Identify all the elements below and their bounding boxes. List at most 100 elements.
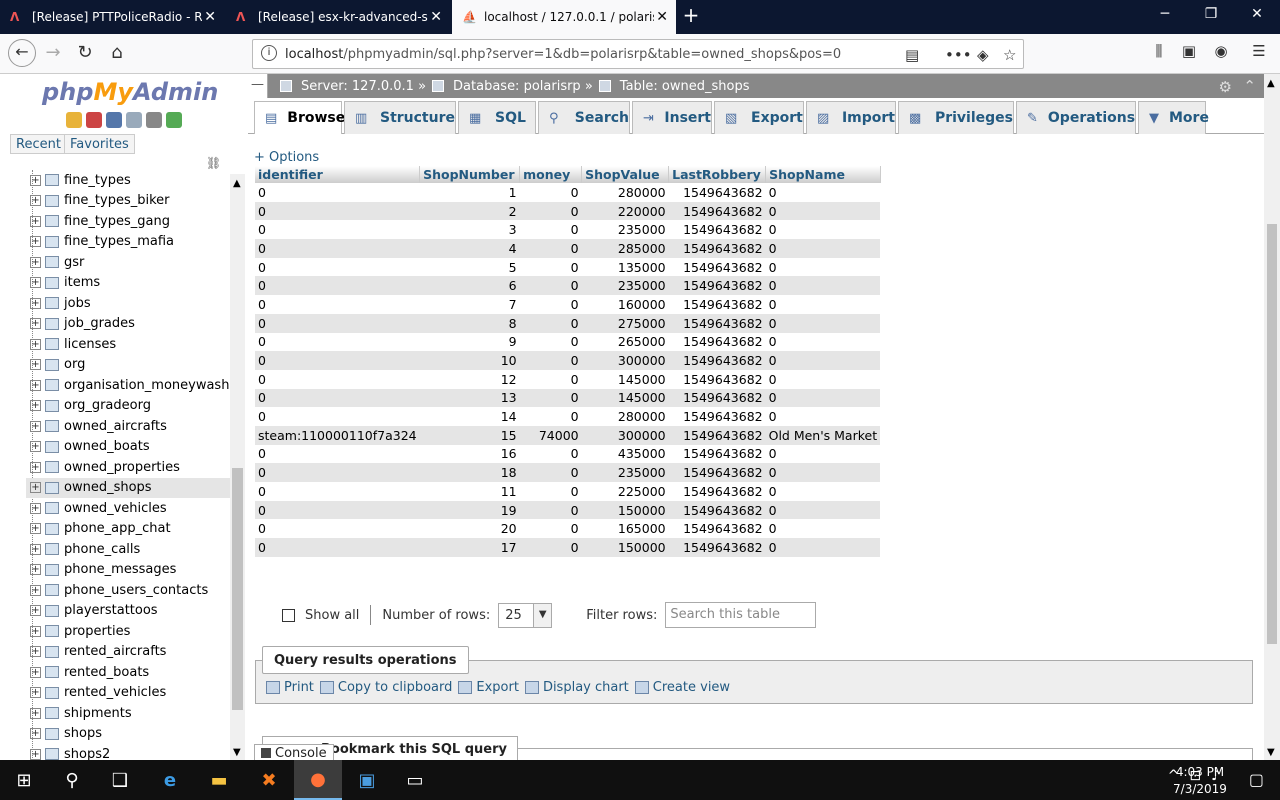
- expand-icon[interactable]: +: [30, 215, 41, 227]
- print-link[interactable]: Print: [266, 680, 314, 695]
- table-cell[interactable]: 1549643682: [668, 220, 766, 240]
- table-cell[interactable]: 0: [255, 351, 420, 370]
- table-cell[interactable]: 1549643682: [668, 295, 766, 314]
- sidebar-table-item[interactable]: + owned_boats: [26, 437, 230, 458]
- scroll-up-icon[interactable]: ▲: [1267, 78, 1275, 89]
- expand-icon[interactable]: +: [30, 256, 41, 268]
- sidebar-scrollbar[interactable]: ▲ ▼: [230, 174, 245, 760]
- table-cell[interactable]: 19: [419, 500, 520, 520]
- sidebar-table-item[interactable]: + fine_types_mafia: [26, 232, 230, 253]
- table-cell[interactable]: 13: [419, 388, 520, 408]
- table-row[interactable]: 0 8 0 275000 1549643682 0: [255, 313, 881, 333]
- expand-icon[interactable]: +: [30, 338, 41, 350]
- table-cell[interactable]: 1549643682: [668, 463, 766, 482]
- task-view-icon[interactable]: ❑: [96, 760, 144, 800]
- table-cell[interactable]: 0: [519, 369, 582, 389]
- expand-icon[interactable]: +: [30, 543, 41, 555]
- table-cell[interactable]: 1549643682: [668, 276, 766, 296]
- table-cell[interactable]: 0: [255, 519, 420, 539]
- scrollbar-thumb[interactable]: [232, 468, 243, 710]
- table-name[interactable]: properties: [64, 624, 130, 639]
- sidebar-table-item[interactable]: + rented_vehicles: [26, 683, 230, 704]
- table-name[interactable]: phone_users_contacts: [64, 583, 208, 598]
- reload-icon[interactable]: ↻: [72, 42, 98, 63]
- table-row[interactable]: 0 18 0 235000 1549643682 0: [255, 463, 881, 482]
- table-cell[interactable]: 0: [765, 351, 881, 370]
- table-cell[interactable]: 9: [419, 332, 520, 352]
- table-cell[interactable]: 0: [519, 257, 582, 277]
- table-name[interactable]: items: [64, 275, 100, 290]
- column-header[interactable]: ShopName: [765, 166, 881, 183]
- site-info-icon[interactable]: i: [261, 45, 277, 61]
- table-cell[interactable]: 0: [519, 276, 582, 296]
- table-cell[interactable]: 1549643682: [668, 351, 766, 370]
- sidebar-table-item[interactable]: + fine_types: [26, 170, 230, 191]
- table-cell[interactable]: 1549643682: [668, 519, 766, 539]
- table-name[interactable]: rented_vehicles: [64, 685, 166, 700]
- tab-more[interactable]: ▼ More: [1138, 101, 1209, 134]
- sidebar-toggle-icon[interactable]: ▣: [1176, 42, 1202, 60]
- table-cell[interactable]: 0: [255, 313, 420, 333]
- table-cell[interactable]: 235000: [581, 463, 669, 482]
- logout-icon[interactable]: [86, 112, 102, 128]
- notifications-icon[interactable]: ▢: [1249, 770, 1264, 789]
- table-name[interactable]: phone_app_chat: [64, 521, 171, 536]
- table-cell[interactable]: 0: [519, 201, 582, 221]
- expand-icon[interactable]: +: [30, 420, 41, 432]
- table-row[interactable]: 0 12 0 145000 1549643682 0: [255, 369, 881, 389]
- table-cell[interactable]: 0: [255, 407, 420, 426]
- table-cell[interactable]: 165000: [581, 519, 669, 539]
- table-cell[interactable]: 1549643682: [668, 407, 766, 426]
- sidebar-table-item[interactable]: + org_gradeorg: [26, 396, 230, 417]
- table-cell[interactable]: 0: [519, 538, 582, 557]
- table-name[interactable]: phone_calls: [64, 542, 140, 557]
- table-cell[interactable]: 1549643682: [668, 425, 766, 445]
- tab-search[interactable]: ⚲ Search: [538, 101, 630, 134]
- forward-icon[interactable]: →: [40, 42, 66, 63]
- table-cell[interactable]: 0: [255, 444, 420, 464]
- tab-export[interactable]: ▧ Export: [714, 101, 804, 134]
- table-cell[interactable]: 1549643682: [668, 201, 766, 221]
- table-cell[interactable]: 1549643682: [668, 388, 766, 408]
- show-all-checkbox[interactable]: [282, 608, 295, 622]
- expand-icon[interactable]: +: [30, 728, 41, 740]
- breadcrumb-table[interactable]: Table: owned_shops: [620, 79, 750, 94]
- table-cell[interactable]: 0: [255, 500, 420, 520]
- table-cell[interactable]: 1549643682: [668, 313, 766, 333]
- sidebar-table-item[interactable]: + org: [26, 355, 230, 376]
- expand-icon[interactable]: +: [30, 523, 41, 535]
- link-icon[interactable]: ⛓: [206, 156, 221, 170]
- table-cell[interactable]: 300000: [581, 351, 669, 370]
- browser-tab-1[interactable]: Λ [Release] PTTPoliceRadio - Res ✕: [0, 0, 224, 34]
- table-cell[interactable]: 300000: [581, 425, 669, 445]
- table-cell[interactable]: 2: [419, 201, 520, 221]
- reload-nav-icon[interactable]: [166, 112, 182, 128]
- table-cell[interactable]: 0: [519, 463, 582, 482]
- tab-privileges[interactable]: ▩ Privileges: [898, 101, 1014, 134]
- close-icon[interactable]: ✕: [430, 9, 442, 25]
- table-row[interactable]: 0 20 0 165000 1549643682 0: [255, 519, 881, 539]
- page-actions-icon[interactable]: •••: [945, 46, 972, 64]
- terminal-icon[interactable]: ▭: [391, 760, 439, 800]
- options-link[interactable]: + Options: [254, 150, 319, 165]
- sidebar-table-item[interactable]: + owned_shops: [26, 477, 230, 498]
- internet-explorer-icon[interactable]: e: [146, 760, 194, 800]
- table-cell[interactable]: 220000: [581, 201, 669, 221]
- sidebar-table-item[interactable]: + organisation_moneywash: [26, 375, 230, 396]
- sidebar-table-item[interactable]: + phone_app_chat: [26, 519, 230, 540]
- back-icon[interactable]: ←: [8, 39, 36, 67]
- table-cell[interactable]: 1549643682: [668, 500, 766, 520]
- table-cell[interactable]: 0: [519, 500, 582, 520]
- library-icon[interactable]: ⫼: [1146, 42, 1172, 60]
- table-cell[interactable]: 12: [419, 369, 520, 389]
- expand-icon[interactable]: +: [30, 625, 41, 637]
- sidebar-table-item[interactable]: + owned_aircrafts: [26, 416, 230, 437]
- expand-icon[interactable]: +: [30, 236, 41, 248]
- table-cell[interactable]: 280000: [581, 407, 669, 426]
- table-cell[interactable]: 265000: [581, 332, 669, 352]
- scroll-up-icon[interactable]: ▲: [233, 178, 241, 189]
- home-icon[interactable]: [66, 112, 82, 128]
- column-header[interactable]: identifier: [255, 166, 421, 183]
- table-cell[interactable]: 1549643682: [668, 183, 766, 202]
- window-close-icon[interactable]: ✕: [1242, 6, 1272, 22]
